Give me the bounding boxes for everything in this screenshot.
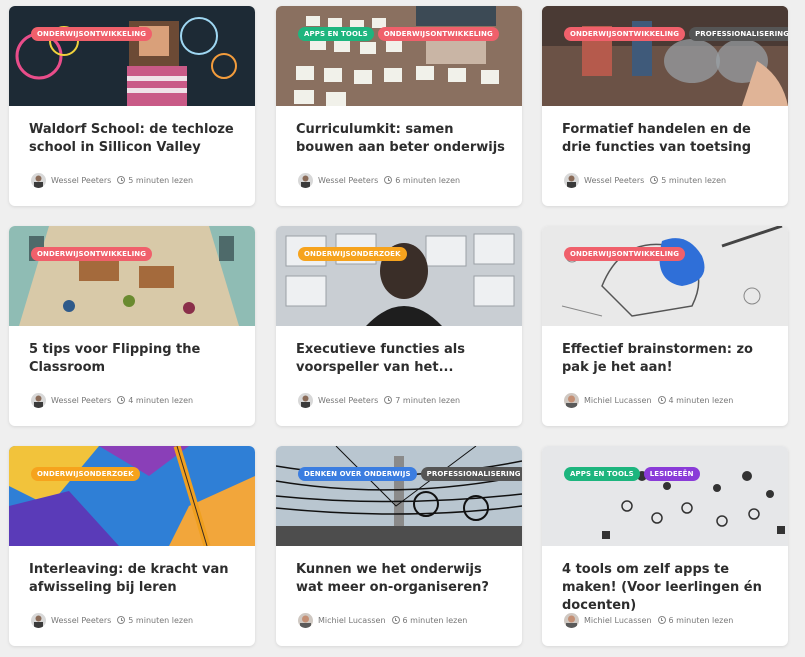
article-meta: Wessel Peeters 6 minuten lezen xyxy=(298,172,460,188)
article-thumbnail[interactable]: ONDERWIJSONDERZOEK xyxy=(276,226,522,326)
category-tag[interactable]: PROFESSIONALISERING xyxy=(689,27,788,41)
read-time: 4 minuten lezen xyxy=(668,395,734,405)
author-avatar xyxy=(564,172,579,188)
clock-icon xyxy=(384,396,393,404)
read-time: 6 minuten lezen xyxy=(402,615,468,625)
article-card[interactable]: APPS EN TOOLS ONDERWIJSONTWIKKELING Curr… xyxy=(276,6,522,206)
author-avatar xyxy=(31,392,46,408)
author-avatar xyxy=(564,612,579,628)
clock-icon xyxy=(117,616,126,624)
clock-icon xyxy=(657,616,666,624)
author-avatar xyxy=(31,172,46,188)
article-card[interactable]: ONDERWIJSONDERZOEK Executieve functies a… xyxy=(276,226,522,426)
author-name[interactable]: Michiel Lucassen xyxy=(318,616,386,625)
category-tag[interactable]: ONDERWIJSONDERZOEK xyxy=(31,467,140,481)
read-time: 6 minuten lezen xyxy=(668,615,734,625)
article-meta: Michiel Lucassen 4 minuten lezen xyxy=(564,392,733,408)
article-card[interactable]: ONDERWIJSONTWIKKELING 5 tips voor Flippi… xyxy=(9,226,255,426)
author-avatar xyxy=(298,392,313,408)
article-thumbnail[interactable]: ONDERWIJSONTWIKKELING xyxy=(9,226,255,326)
article-meta: Wessel Peeters 7 minuten lezen xyxy=(298,392,460,408)
article-title[interactable]: Formatief handelen en de drie functies v… xyxy=(562,121,777,157)
read-time: 5 minuten lezen xyxy=(128,175,194,185)
author-name[interactable]: Wessel Peeters xyxy=(584,176,644,185)
author-avatar xyxy=(31,612,46,628)
article-title[interactable]: Effectief brainstormen: zo pak je het aa… xyxy=(562,341,777,377)
clock-icon xyxy=(657,396,666,404)
article-title[interactable]: Curriculumkit: samen bouwen aan beter on… xyxy=(296,121,511,157)
category-tag[interactable]: ONDERWIJSONDERZOEK xyxy=(298,247,407,261)
article-title[interactable]: Executieve functies als voorspeller van … xyxy=(296,341,511,377)
article-title[interactable]: Interleaving: de kracht van afwisseling … xyxy=(29,561,244,597)
category-tag[interactable]: ONDERWIJSONTWIKKELING xyxy=(564,27,686,41)
author-name[interactable]: Wessel Peeters xyxy=(51,396,111,405)
clock-icon xyxy=(650,176,659,184)
article-thumbnail[interactable]: APPS EN TOOLS ONDERWIJSONTWIKKELING xyxy=(276,6,522,106)
card-tags: APPS EN TOOLS ONDERWIJSONTWIKKELING xyxy=(298,27,499,41)
article-meta: Wessel Peeters 5 minuten lezen xyxy=(31,612,193,628)
category-tag[interactable]: ONDERWIJSONTWIKKELING xyxy=(564,247,686,261)
article-title[interactable]: 4 tools om zelf apps te maken! (Voor lee… xyxy=(562,561,777,615)
card-tags: ONDERWIJSONTWIKKELING PROFESSIONALISERIN… xyxy=(564,27,788,41)
author-name[interactable]: Wessel Peeters xyxy=(51,616,111,625)
article-card[interactable]: ONDERWIJSONTWIKKELING Waldorf School: de… xyxy=(9,6,255,206)
author-name[interactable]: Michiel Lucassen xyxy=(584,616,652,625)
article-meta: Wessel Peeters 5 minuten lezen xyxy=(564,172,726,188)
category-tag[interactable]: APPS EN TOOLS xyxy=(298,27,374,41)
author-name[interactable]: Wessel Peeters xyxy=(318,396,378,405)
article-thumbnail[interactable]: ONDERWIJSONTWIKKELING xyxy=(9,6,255,106)
article-card[interactable]: DENKEN OVER ONDERWIJS PROFESSIONALISERIN… xyxy=(276,446,522,646)
author-name[interactable]: Michiel Lucassen xyxy=(584,396,652,405)
article-meta: Michiel Lucassen 6 minuten lezen xyxy=(564,612,733,628)
author-name[interactable]: Wessel Peeters xyxy=(51,176,111,185)
category-tag[interactable]: PROFESSIONALISERING xyxy=(420,467,522,481)
read-time: 4 minuten lezen xyxy=(128,395,194,405)
article-card[interactable]: ONDERWIJSONTWIKKELING PROFESSIONALISERIN… xyxy=(542,6,788,206)
article-title[interactable]: 5 tips voor Flipping the Classroom xyxy=(29,341,244,377)
author-name[interactable]: Wessel Peeters xyxy=(318,176,378,185)
author-avatar xyxy=(564,392,579,408)
article-meta: Wessel Peeters 4 minuten lezen xyxy=(31,392,193,408)
category-tag[interactable]: DENKEN OVER ONDERWIJS xyxy=(298,467,417,481)
card-tags: DENKEN OVER ONDERWIJS PROFESSIONALISERIN… xyxy=(298,467,522,481)
article-thumbnail[interactable]: ONDERWIJSONTWIKKELING PROFESSIONALISERIN… xyxy=(542,6,788,106)
clock-icon xyxy=(384,176,393,184)
article-card[interactable]: ONDERWIJSONTWIKKELING Effectief brainsto… xyxy=(542,226,788,426)
article-thumbnail[interactable]: APPS EN TOOLS LESIDEEËN xyxy=(542,446,788,546)
read-time: 7 minuten lezen xyxy=(395,395,461,405)
article-title[interactable]: Kunnen we het onderwijs wat meer on-orga… xyxy=(296,561,511,597)
article-thumbnail[interactable]: DENKEN OVER ONDERWIJS PROFESSIONALISERIN… xyxy=(276,446,522,546)
article-thumbnail[interactable]: ONDERWIJSONTWIKKELING xyxy=(542,226,788,326)
article-title[interactable]: Waldorf School: de techloze school in Si… xyxy=(29,121,244,157)
article-thumbnail[interactable]: ONDERWIJSONDERZOEK xyxy=(9,446,255,546)
article-card[interactable]: APPS EN TOOLS LESIDEEËN 4 tools om zelf … xyxy=(542,446,788,646)
read-time: 5 minuten lezen xyxy=(661,175,727,185)
author-avatar xyxy=(298,172,313,188)
card-tags: ONDERWIJSONTWIKKELING xyxy=(31,247,153,261)
author-avatar xyxy=(298,612,313,628)
clock-icon xyxy=(117,176,126,184)
clock-icon xyxy=(117,396,126,404)
read-time: 6 minuten lezen xyxy=(395,175,461,185)
category-tag[interactable]: APPS EN TOOLS xyxy=(564,467,640,481)
article-meta: Michiel Lucassen 6 minuten lezen xyxy=(298,612,467,628)
article-card[interactable]: ONDERWIJSONDERZOEK Interleaving: de krac… xyxy=(9,446,255,646)
clock-icon xyxy=(391,616,400,624)
card-tags: APPS EN TOOLS LESIDEEËN xyxy=(564,467,700,481)
category-tag[interactable]: ONDERWIJSONTWIKKELING xyxy=(31,247,153,261)
category-tag[interactable]: LESIDEEËN xyxy=(643,467,700,481)
article-grid: ONDERWIJSONTWIKKELING Waldorf School: de… xyxy=(0,0,805,657)
card-tags: ONDERWIJSONTWIKKELING xyxy=(564,247,686,261)
category-tag[interactable]: ONDERWIJSONTWIKKELING xyxy=(31,27,153,41)
category-tag[interactable]: ONDERWIJSONTWIKKELING xyxy=(377,27,499,41)
card-tags: ONDERWIJSONDERZOEK xyxy=(31,467,140,481)
card-tags: ONDERWIJSONDERZOEK xyxy=(298,247,407,261)
read-time: 5 minuten lezen xyxy=(128,615,194,625)
card-tags: ONDERWIJSONTWIKKELING xyxy=(31,27,153,41)
article-meta: Wessel Peeters 5 minuten lezen xyxy=(31,172,193,188)
